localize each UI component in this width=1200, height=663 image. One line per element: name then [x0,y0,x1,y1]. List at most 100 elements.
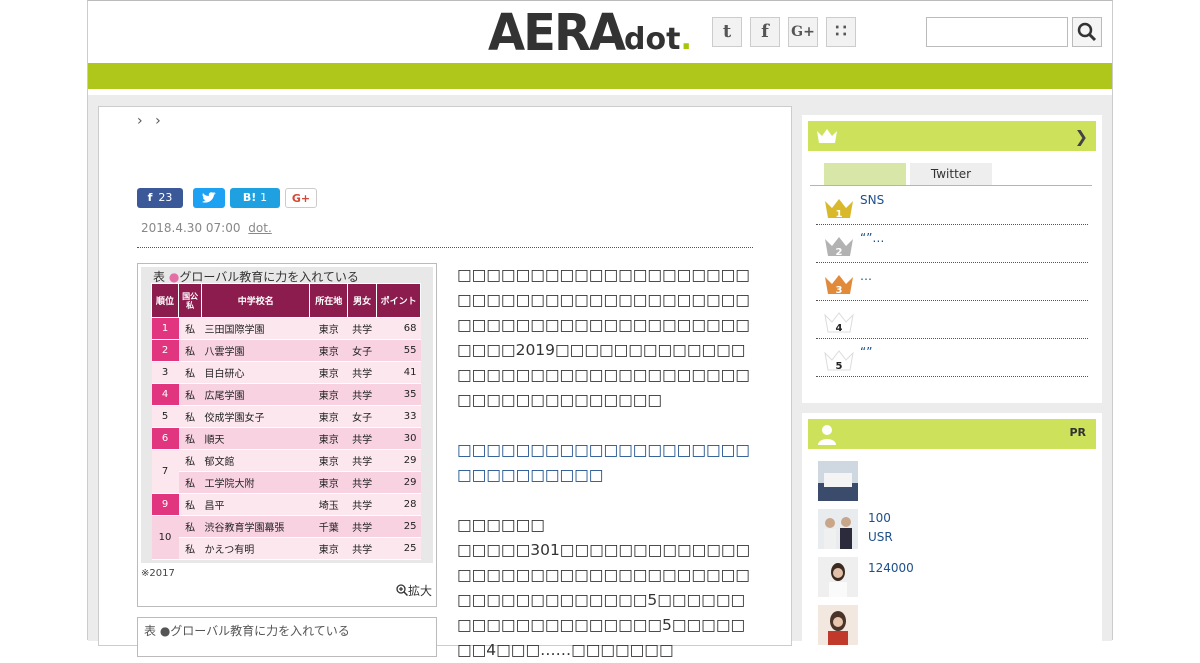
table-row: 2 私 八雲学園 東京 女子 55 [151,339,421,362]
table-row: 5 私 佼成学園女子 東京 女子 33 [151,405,421,428]
article-figure-2: 表 ●グローバル教育に力を入れている [137,617,437,657]
rss-icon[interactable]: ∷ [826,17,856,47]
pr-panel: PR 100 USR 124000 [802,413,1102,653]
ranking-item[interactable]: 4 [816,301,1088,339]
article-figure: 表 ●グローバル教育に力を入れている 順位 国公私 中学校名 所在地 男女 ポイ… [137,263,437,607]
table-row: 9 私 昌平 埼玉 共学 28 [151,493,421,516]
article-main: › › f 23 B! 1 G+ 2018.4.30 07:00 dot. 表 … [98,106,792,659]
gold-crown-icon: 1 [825,199,853,219]
search-button[interactable] [1072,17,1102,47]
related-article-link[interactable]: □□□□□□□□□□□□□□□□□□□□□□□□□□□□□□ [457,438,759,488]
ranking-panel: ❯ Twitter 1 SNS 2 “”… 3 … 4 5 “” [802,115,1102,403]
search-icon [1077,22,1097,42]
crown-icon: 5 [824,350,854,371]
breadcrumb: › › [137,113,161,129]
rank-number: 3 [836,285,843,295]
pr-thumbnail [818,509,858,549]
pr-item-text: 100 USR [868,511,893,544]
zoom-button[interactable]: 拡大 [396,582,432,599]
facebook-icon: f [147,191,153,204]
article-body: □□□□□□□□□□□□□□□□□□□□□□□□□□□□□□□□□□□□□□□□… [457,263,759,663]
ranking-item-label: “”… [860,231,885,245]
person-icon [818,425,836,445]
content-area: › › f 23 B! 1 G+ 2018.4.30 07:00 dot. 表 … [88,95,1112,659]
hatena-count: 1 [260,191,268,204]
ranking-item-label: “” [860,345,873,359]
column-header: 男女 [346,283,378,318]
pr-thumbnail [818,605,858,645]
tab-access[interactable] [824,163,906,185]
pr-label: PR [1069,426,1086,439]
breadcrumb-separator: › [137,113,143,129]
column-header: 国公私 [178,283,203,318]
column-header: 所在地 [309,283,348,318]
table-row: 私 かえつ有明 東京 共学 25 [152,537,421,560]
figure-note: ※2017 [141,568,175,579]
rank-number: 4 [836,323,843,333]
crown-icon: 4 [824,312,854,333]
figure-title-mark: ● [168,270,180,284]
figure-image: 表 ●グローバル教育に力を入れている 順位 国公私 中学校名 所在地 男女 ポイ… [141,267,433,563]
page-wrapper: AERAdot. t f G+ ∷ › › f 23 B! 1 G+ 2018.… [87,0,1113,659]
tab-underline [810,185,1092,186]
ranking-item-label: SNS [860,193,885,207]
article-paragraph: □□□□□301□□□□□□□□□□□□□□□□□□□□□□□□□□□□□□□□… [457,541,751,659]
google-plus-share-button[interactable]: G+ [285,188,317,208]
facebook-icon[interactable]: f [750,17,780,47]
ranking-item[interactable]: 1 SNS [816,187,1088,225]
article-dateline: 2018.4.30 07:00 dot. [141,221,272,235]
ranking-panel-header[interactable]: ❯ [808,121,1096,151]
hatena-icon: B! [242,191,257,204]
facebook-share-count: 23 [158,191,173,204]
nav-bar [88,63,1112,89]
site-header: AERAdot. t f G+ ∷ [88,1,1112,63]
table-row: 6 私 順天 東京 共学 30 [151,427,421,450]
table-header-row: 順位 国公私 中学校名 所在地 男女 ポイント [150,283,421,318]
ranking-table: 順位 国公私 中学校名 所在地 男女 ポイント 1 私 三田国際学園 東京 共学… [150,283,421,560]
breadcrumb-separator: › [155,113,161,129]
column-header: ポイント [376,283,421,318]
silver-crown-icon: 2 [825,237,853,257]
column-header: 中学校名 [201,283,311,318]
table-row: 私 工学院大附 東京 共学 29 [152,471,421,494]
site-logo[interactable]: AERAdot. [488,3,692,63]
pr-item-text: 124000 [868,561,914,575]
pr-thumbnail [818,557,858,597]
rank-number: 2 [836,247,843,257]
article-paragraph: □□□□□□□□□□□□□□□□□□□□□□□□□□□□□□□□□□□□□□□□… [457,266,750,409]
ranking-item-label: … [860,269,872,283]
rank-number: 5 [836,361,843,371]
hatena-bookmark-button[interactable]: B! 1 [230,188,280,208]
bronze-crown-icon: 3 [825,275,853,295]
article-date: 2018.4.30 07:00 [141,221,241,235]
tab-twitter[interactable]: Twitter [910,163,992,185]
zoom-icon [396,584,409,597]
table-row: 7 私 郁文館 東京 共学 29 [151,449,421,494]
chevron-right-icon[interactable]: ❯ [1075,127,1088,146]
twitter-icon [202,192,216,203]
logo-main: AERA [488,3,626,63]
table-row: 10 私 渋谷教育学園幕張 千葉 共学 25 [151,515,421,560]
pr-panel-header: PR [808,419,1096,449]
crown-icon [817,129,837,143]
ranking-item[interactable]: 2 “”… [816,225,1088,263]
search-input[interactable] [926,17,1068,47]
ranking-item[interactable]: 3 … [816,263,1088,301]
pr-thumbnail [818,461,858,501]
facebook-share-button[interactable]: f 23 [137,188,183,208]
divider [137,247,753,248]
logo-sub: dot [624,22,681,57]
ranking-item[interactable]: 5 “” [816,339,1088,377]
logo-dot: . [680,22,692,57]
zoom-label: 拡大 [407,584,432,598]
article-source-link[interactable]: dot. [248,221,271,235]
column-header: 順位 [150,283,180,318]
table-row: 3 私 目白研心 東京 共学 41 [151,361,421,384]
tweet-button[interactable] [193,188,225,208]
article-subheading: □□□□□□ [457,516,545,534]
google-plus-icon[interactable]: G+ [788,17,818,47]
twitter-icon[interactable]: t [712,17,742,47]
table-row: 1 私 三田国際学園 東京 共学 68 [151,317,421,340]
rank-number: 1 [836,209,843,219]
table-row: 4 私 広尾学園 東京 共学 35 [151,383,421,406]
